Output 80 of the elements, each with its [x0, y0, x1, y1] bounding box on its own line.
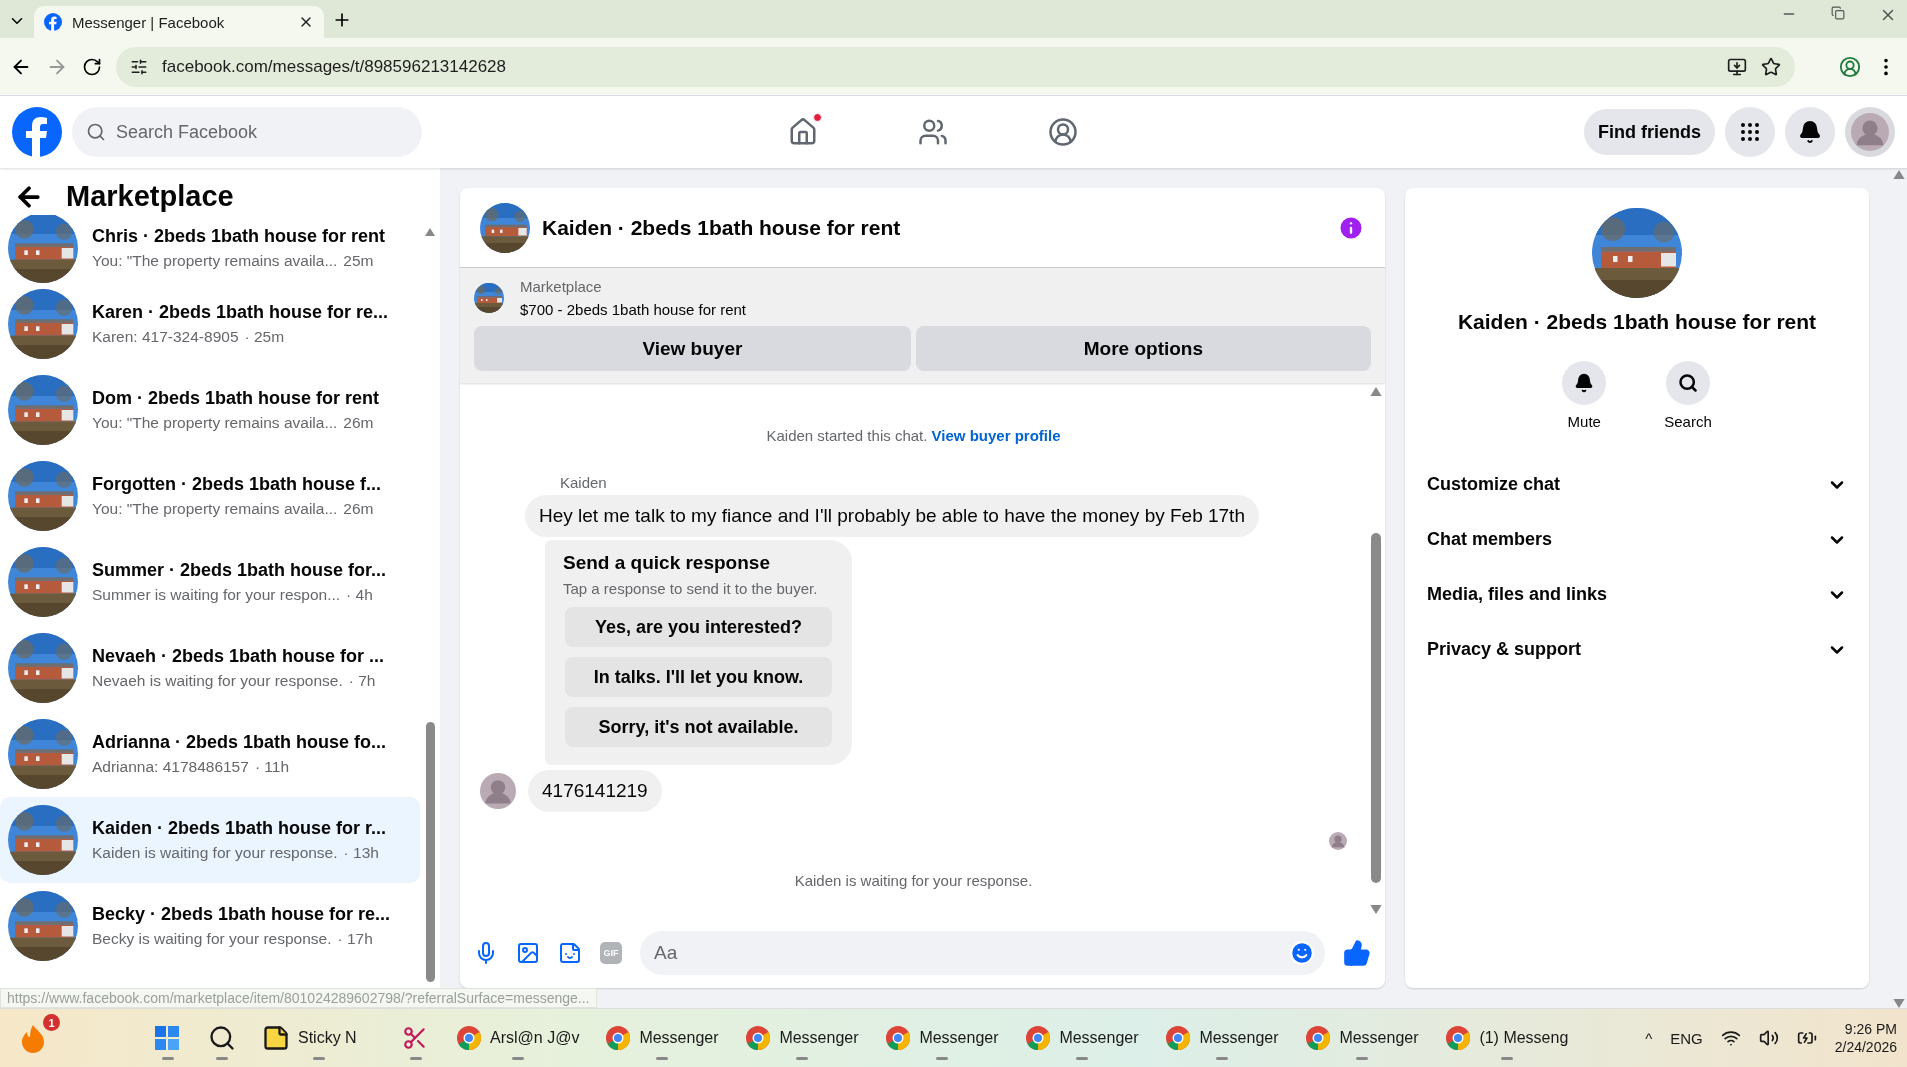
taskbar-app[interactable]: (1) Messeng [1437, 1014, 1577, 1062]
taskbar-app[interactable]: Messenger [1157, 1014, 1288, 1062]
quick-response-button[interactable]: Yes, are you interested? [565, 607, 832, 647]
taskbar-app[interactable]: Messenger [1017, 1014, 1148, 1062]
chat-title: Kaiden · 2beds 1bath house for rent [542, 215, 902, 240]
details-section[interactable]: Media, files and links [1425, 567, 1849, 622]
message-preview: Summer is waiting for your respon... [92, 586, 341, 604]
conversation-item[interactable]: Chris · 2beds 1bath house for rent You: "The property remains availa... 25m [0, 215, 420, 281]
message-preview: Becky is waiting for your response. [92, 930, 332, 948]
taskbar-app[interactable]: Arsl@n J@v [448, 1014, 588, 1062]
message-time: 25m [343, 252, 374, 270]
message-time: · 4h [346, 586, 373, 604]
conversation-item[interactable]: Nevaeh · 2beds 1bath house for ... Nevaeh is waiting for your response. · 7h [0, 625, 420, 711]
mute-button[interactable]: Mute [1556, 360, 1613, 431]
message-time: 26m [343, 414, 374, 432]
message-time: · 13h [343, 844, 379, 862]
contact-name: Kaiden · 2beds 1bath house for rent [1456, 310, 1818, 334]
message-preview: You: "The property remains availa... [92, 500, 338, 518]
listing-label: Marketplace [520, 278, 603, 295]
conversation-item[interactable]: Adrianna · 2beds 1bath house fo... Adrianna: 4178486157 · 11h [0, 711, 420, 797]
message-time: · 7h [348, 672, 376, 690]
taskbar-app[interactable]: Messenger [737, 1014, 868, 1062]
conversation-item[interactable]: Dom · 2beds 1bath house for rent You: "The property remains availa... 26m [0, 367, 420, 453]
quick-response-hint: Tap a response to send it to the buyer. [563, 580, 819, 597]
conversation-title: Becky · 2beds 1bath house for re... [92, 904, 391, 925]
conversation-item[interactable]: Becky · 2beds 1bath house for re... Becky is waiting for your response. · 17h [0, 883, 420, 969]
message-preview: Karen: 417-324-8905 [92, 328, 239, 346]
conversation-item[interactable]: Karen · 2beds 1bath house for re... Karen: 417-324-8905 · 25m [0, 281, 420, 367]
conversation-item[interactable]: Forgotten · 2beds 1bath house f... You: "The property remains availa... 26m [0, 453, 420, 539]
search-field[interactable]: Search Facebook [72, 107, 422, 157]
waiting-note: Kaiden is waiting for your response. [793, 872, 1034, 889]
conversation-title: Summer · 2beds 1bath house for... [92, 560, 387, 581]
conversation-title: Nevaeh · 2beds 1bath house for ... [92, 646, 385, 667]
status-url: https://www.facebook.com/marketplace/item/801024289602798/?referralSurface=messenge... [0, 988, 597, 1008]
message-preview: Kaiden is waiting for your response. [92, 844, 338, 862]
message-time: · 11h [254, 758, 290, 776]
language-indicator[interactable]: ENG [1670, 1029, 1703, 1047]
conversation-title: Kaiden · 2beds 1bath house for r... [92, 818, 387, 839]
clock-date[interactable]: 2/24/2026 [1834, 1039, 1897, 1055]
conversation-title: Karen · 2beds 1bath house for re... [92, 302, 389, 323]
find-friends-button[interactable]: Find friends [1584, 109, 1715, 155]
conversation-title: Forgotten · 2beds 1bath house f... [92, 474, 381, 495]
clock-time[interactable]: 9:26 PM [1844, 1021, 1897, 1037]
conversation-item[interactable]: Summer · 2beds 1bath house for... Summer is waiting for your respon... · 4h [0, 539, 420, 625]
message-time: 26m [343, 500, 374, 518]
details-section[interactable]: Privacy & support [1425, 622, 1849, 677]
buyer-profile-link[interactable]: View buyer profile [931, 427, 1061, 444]
message-preview: Nevaeh is waiting for your response. [92, 672, 343, 690]
conversation-title: Adrianna · 2beds 1bath house fo... [92, 732, 387, 753]
message-bubble: 4176141219 [528, 770, 662, 812]
search-button[interactable]: Search [1658, 360, 1718, 431]
browser-tab[interactable]: Messenger | Facebook [34, 6, 324, 38]
action-button[interactable]: More options [915, 326, 1371, 371]
quick-response-button[interactable]: In talks. I'll let you know. [565, 657, 832, 697]
conversation-title: Dom · 2beds 1bath house for rent [92, 388, 380, 409]
tray-overflow[interactable]: ^ [1645, 1029, 1653, 1047]
message-preview: You: "The property remains availa... [92, 252, 338, 270]
sender-name: Kaiden [560, 474, 608, 491]
taskbar-app[interactable]: Messenger [877, 1014, 1008, 1062]
address-bar[interactable]: facebook.com/messages/t/898596213142628 [116, 46, 1795, 87]
taskbar-app[interactable]: Sticky N [254, 1014, 384, 1062]
chat-start-note: Kaiden started this chat. View buyer profile [765, 427, 1062, 444]
taskbar-app[interactable]: Messenger [1297, 1014, 1428, 1062]
message-time: · 17h [337, 930, 373, 948]
message-time: · 25m [244, 328, 285, 346]
details-section[interactable]: Customize chat [1425, 457, 1849, 512]
quick-response-title: Send a quick response [563, 552, 771, 574]
message-input[interactable]: Aa [640, 931, 1325, 975]
conversation-title: Chris · 2beds 1bath house for rent [92, 226, 386, 247]
conversation-item[interactable]: Kaiden · 2beds 1bath house for r... Kaiden is waiting for your response. · 13h [0, 797, 420, 883]
listing-price: $700 - 2beds 1bath house for rent [520, 301, 746, 318]
details-section[interactable]: Chat members [1425, 512, 1849, 567]
action-button[interactable]: View buyer [474, 326, 911, 371]
notification-badge: 1 [43, 1014, 60, 1031]
sidebar-title: Marketplace [66, 180, 234, 213]
message-preview: Adrianna: 4178486157 [92, 758, 249, 776]
taskbar-app[interactable]: Messenger [597, 1014, 728, 1062]
message-bubble: Hey let me talk to my fiance and I'll probably be able to have the money by Feb 17th [525, 495, 1259, 537]
message-preview: You: "The property remains availa... [92, 414, 338, 432]
quick-response-button[interactable]: Sorry, it's not available. [565, 707, 832, 747]
